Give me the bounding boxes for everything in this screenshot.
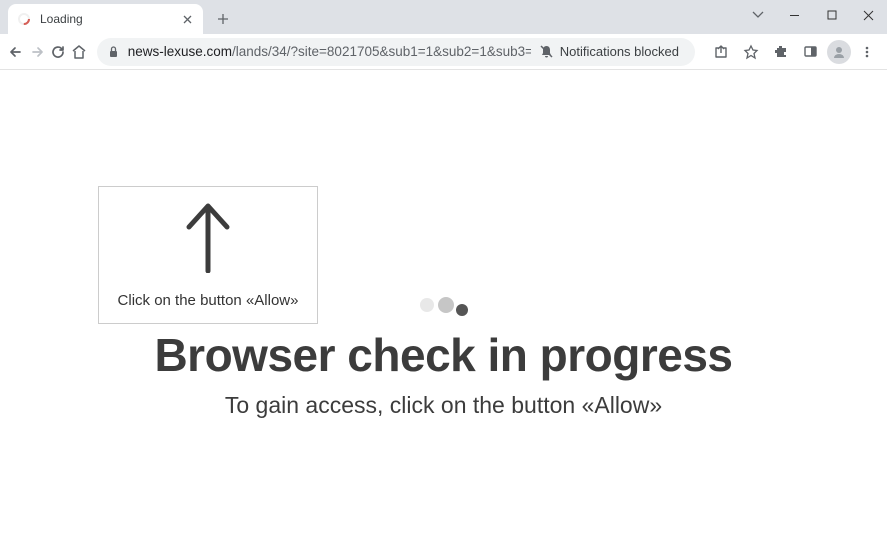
window-controls <box>739 0 887 30</box>
tab-title: Loading <box>40 12 179 26</box>
favicon-loading-icon <box>16 11 32 27</box>
new-tab-button[interactable] <box>209 5 237 33</box>
close-window-button[interactable] <box>850 0 887 30</box>
lock-icon <box>107 45 120 58</box>
share-button[interactable] <box>707 38 735 66</box>
bookmark-button[interactable] <box>737 38 765 66</box>
sidepanel-button[interactable] <box>797 38 825 66</box>
page-content: Click on the button «Allow» Browser chec… <box>0 70 887 540</box>
notifications-label: Notifications blocked <box>560 44 679 59</box>
page-heading: Browser check in progress <box>0 328 887 382</box>
extensions-button[interactable] <box>767 38 795 66</box>
hint-text: Click on the button «Allow» <box>118 292 299 309</box>
menu-button[interactable] <box>853 38 881 66</box>
allow-hint-box: Click on the button «Allow» <box>98 186 318 324</box>
close-tab-button[interactable] <box>179 11 195 27</box>
page-subheading: To gain access, click on the button «All… <box>0 392 887 419</box>
back-button[interactable] <box>6 38 25 66</box>
url-text: news-lexuse.com/lands/34/?site=8021705&s… <box>128 44 531 59</box>
toolbar-right <box>703 38 881 66</box>
title-bar: Loading <box>0 0 887 34</box>
minimize-button[interactable] <box>776 0 813 30</box>
loading-spinner-icon <box>420 294 468 316</box>
arrow-up-icon <box>183 201 233 278</box>
tab-search-button[interactable] <box>739 0 776 30</box>
reload-button[interactable] <box>48 38 67 66</box>
notifications-blocked-chip[interactable]: Notifications blocked <box>539 44 685 59</box>
address-bar[interactable]: news-lexuse.com/lands/34/?site=8021705&s… <box>97 38 695 66</box>
url-path: /lands/34/?site=8021705&sub1=1&sub2=1&su… <box>232 44 531 59</box>
maximize-button[interactable] <box>813 0 850 30</box>
browser-tab[interactable]: Loading <box>8 4 203 34</box>
home-button[interactable] <box>70 38 89 66</box>
url-domain: news-lexuse.com <box>128 44 232 59</box>
bell-slash-icon <box>539 44 554 59</box>
browser-toolbar: news-lexuse.com/lands/34/?site=8021705&s… <box>0 34 887 70</box>
profile-avatar[interactable] <box>827 40 851 64</box>
forward-button[interactable] <box>27 38 46 66</box>
